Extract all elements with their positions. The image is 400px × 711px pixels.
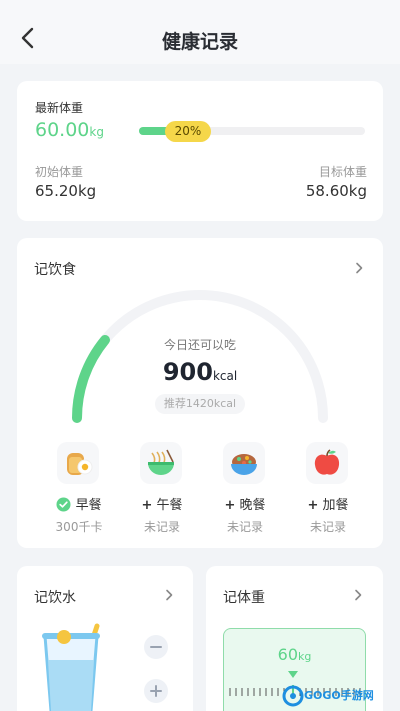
chevron-right-icon[interactable]	[352, 589, 364, 601]
watermark-logo-icon	[282, 685, 304, 707]
scale-value: 60kg	[277, 645, 312, 664]
meal-action-breakfast[interactable]: 早餐	[48, 494, 110, 513]
meal-item-breakfast[interactable]: 早餐 300千卡	[48, 442, 110, 538]
record-weight-title[interactable]: 记体重	[223, 587, 265, 607]
meal-status-snack: 未记录	[309, 520, 346, 534]
chevron-right-icon[interactable]	[163, 589, 175, 601]
page-title: 健康记录	[161, 31, 238, 53]
diet-card: 记饮食 今日还可以吃 900kcal 推荐1420kcal 早餐 300千卡 +…	[17, 238, 383, 548]
rice-bowl-icon	[223, 442, 265, 484]
water-cup-icon	[39, 620, 111, 711]
water-card: 记饮水	[17, 566, 193, 711]
remaining-calories-label: 今日还可以吃	[163, 338, 236, 352]
meal-item-snack[interactable]: + 加餐 未记录	[297, 442, 359, 538]
scale-pointer-icon	[288, 671, 298, 678]
initial-weight-label: 初始体重	[35, 165, 84, 179]
site-watermark: GOGO手游网	[282, 684, 392, 708]
diet-card-title[interactable]: 记饮食	[34, 259, 76, 279]
target-weight-value: 58.60kg	[305, 182, 367, 200]
remaining-calories-value: 900kcal	[162, 358, 238, 386]
latest-weight-label: 最新体重	[35, 101, 84, 115]
initial-weight-value: 65.20kg	[35, 182, 97, 200]
meal-status-dinner: 未记录	[226, 520, 263, 534]
chevron-right-icon[interactable]	[353, 262, 365, 274]
weight-summary-card[interactable]: 最新体重 60.00kg 20% 初始体重 65.20kg 目标体重 58.60…	[17, 81, 383, 221]
plus-icon: +	[307, 498, 319, 513]
meal-item-dinner[interactable]: + 晚餐 未记录	[214, 442, 276, 538]
target-weight-label: 目标体重	[318, 165, 367, 179]
meal-item-lunch[interactable]: + 午餐 未记录	[131, 442, 193, 538]
toast-egg-icon	[57, 442, 99, 484]
meal-action-dinner[interactable]: + 晚餐	[214, 494, 276, 513]
check-circle-icon	[56, 497, 71, 512]
plus-icon: +	[141, 498, 153, 513]
meal-status-lunch: 未记录	[143, 520, 180, 534]
apple-icon	[306, 442, 348, 484]
meal-status-breakfast: 300千卡	[55, 520, 103, 534]
latest-weight-value: 60.00kg	[35, 119, 104, 141]
water-card-title[interactable]: 记饮水	[34, 587, 76, 607]
weight-progress-badge: 20%	[165, 121, 211, 142]
meal-action-snack[interactable]: + 加餐	[297, 494, 359, 513]
plus-icon: +	[224, 498, 236, 513]
meal-action-lunch[interactable]: + 午餐	[131, 494, 193, 513]
noodle-bowl-icon	[140, 442, 182, 484]
increase-water-button[interactable]	[144, 679, 168, 703]
recommended-calories-badge: 推荐1420kcal	[155, 394, 245, 414]
top-bar: 健康记录	[0, 0, 400, 64]
decrease-water-button[interactable]	[144, 635, 168, 659]
